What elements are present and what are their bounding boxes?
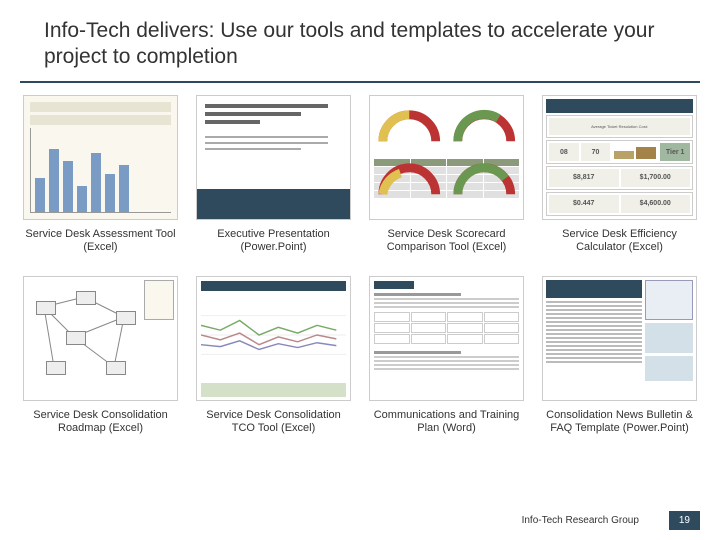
template-caption: Service Desk Efficiency Calculator (Exce… xyxy=(539,228,700,268)
thumbnail-tco-tool[interactable] xyxy=(196,276,351,401)
template-caption: Communications and Training Plan (Word) xyxy=(366,409,527,449)
thumbnail-scorecard[interactable] xyxy=(369,95,524,220)
thumbnail-efficiency-calc[interactable]: Average Ticket Resolution Cost: 08 70 Ti… xyxy=(542,95,697,220)
template-card: Average Ticket Resolution Cost: 08 70 Ti… xyxy=(539,95,700,268)
slide-title: Info-Tech delivers: Use our tools and te… xyxy=(44,18,676,71)
template-card: Consolidation News Bulletin & FAQ Templa… xyxy=(539,276,700,449)
kpi-value: $0.447 xyxy=(573,200,594,207)
template-card: Executive Presentation (Power.Point) xyxy=(193,95,354,268)
template-card: Service Desk Consolidation Roadmap (Exce… xyxy=(20,276,181,449)
thumbnail-assessment-tool[interactable] xyxy=(23,95,178,220)
template-caption: Consolidation News Bulletin & FAQ Templa… xyxy=(539,409,700,449)
template-caption: Service Desk Consolidation Roadmap (Exce… xyxy=(20,409,181,449)
template-card: Service Desk Consolidation TCO Tool (Exc… xyxy=(193,276,354,449)
gauge-grid-icon xyxy=(374,100,519,155)
kpi-label: Average Ticket Resolution Cost: xyxy=(591,124,648,129)
template-card: Communications and Training Plan (Word) xyxy=(366,276,527,449)
thumbnail-news-bulletin[interactable] xyxy=(542,276,697,401)
kpi-value: Tier 1 xyxy=(666,149,685,156)
slide-header: Info-Tech delivers: Use our tools and te… xyxy=(20,0,700,83)
template-caption: Service Desk Assessment Tool (Excel) xyxy=(20,228,181,268)
slide-footer: Info-Tech Research Group 19 xyxy=(522,511,700,530)
page-number: 19 xyxy=(669,511,700,530)
thumbnail-exec-presentation[interactable] xyxy=(196,95,351,220)
bar-chart-icon xyxy=(30,128,171,213)
kpi-value: $1,700.00 xyxy=(640,174,671,181)
template-card: Service Desk Scorecard Comparison Tool (… xyxy=(366,95,527,268)
kpi-value: 08 xyxy=(560,149,568,156)
template-caption: Executive Presentation (Power.Point) xyxy=(193,228,354,268)
template-grid: Service Desk Assessment Tool (Excel) Exe… xyxy=(0,83,720,449)
kpi-value: $8,817 xyxy=(573,174,594,181)
line-chart-icon xyxy=(201,295,346,375)
footer-org: Info-Tech Research Group xyxy=(522,515,639,526)
template-card: Service Desk Assessment Tool (Excel) xyxy=(20,95,181,268)
kpi-value: $4,600.00 xyxy=(640,200,671,207)
template-caption: Service Desk Consolidation TCO Tool (Exc… xyxy=(193,409,354,449)
thumbnail-roadmap[interactable] xyxy=(23,276,178,401)
kpi-value: 70 xyxy=(592,149,600,156)
slide: Info-Tech delivers: Use our tools and te… xyxy=(0,0,720,540)
thumbnail-comms-plan[interactable] xyxy=(369,276,524,401)
template-caption: Service Desk Scorecard Comparison Tool (… xyxy=(366,228,527,268)
